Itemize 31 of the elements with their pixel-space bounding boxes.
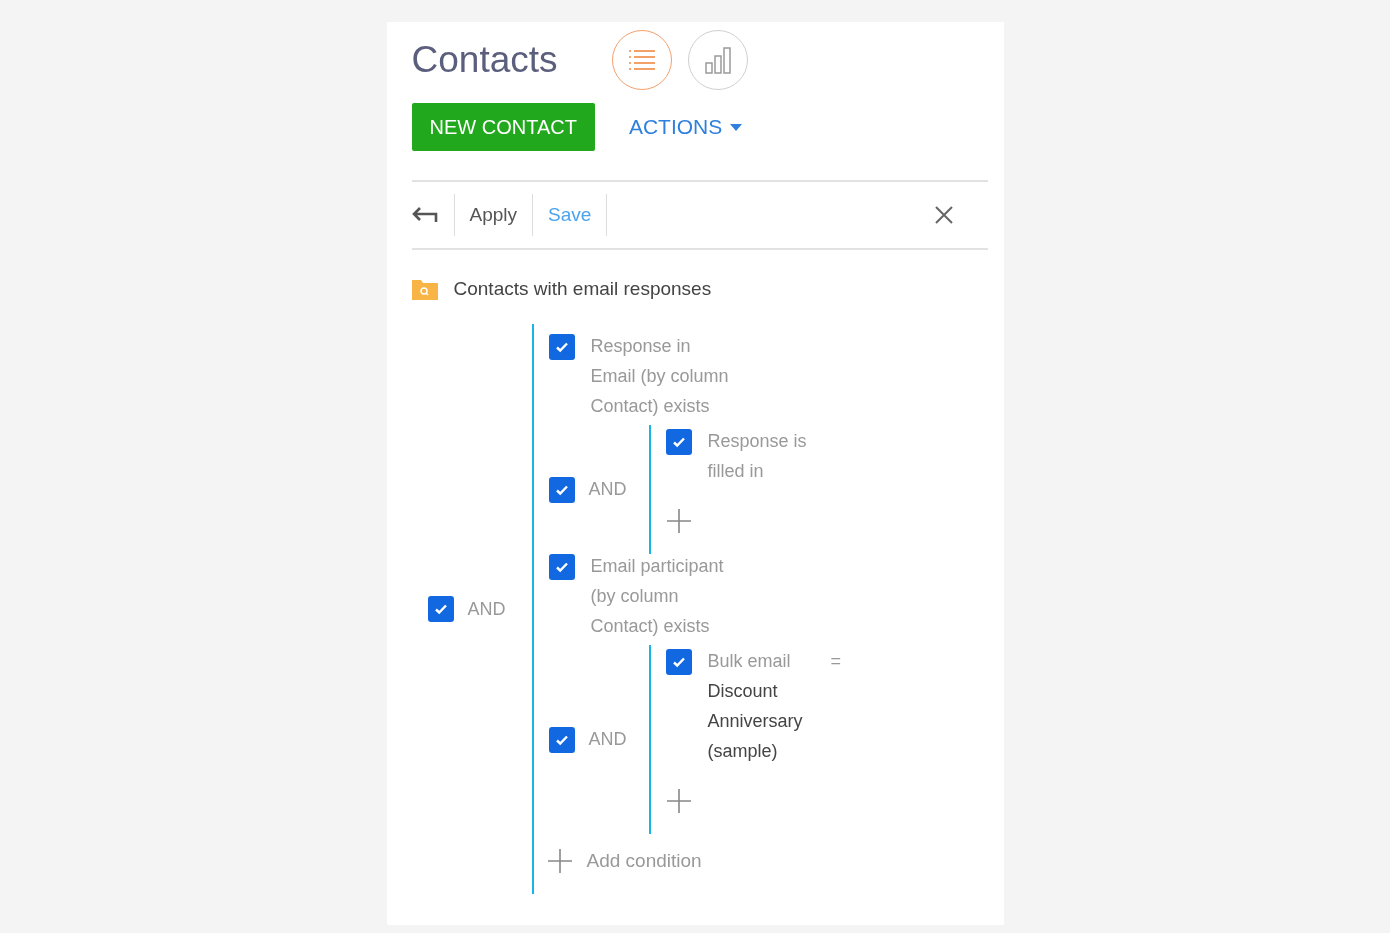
actions-menu[interactable]: ACTIONS	[628, 115, 743, 139]
folder-name: Contacts with email responses	[453, 278, 712, 300]
page-title: Contacts	[411, 39, 558, 81]
operator-label: AND	[467, 598, 506, 620]
operator-label: AND	[588, 729, 627, 750]
checkbox[interactable]	[427, 596, 454, 622]
checkbox[interactable]	[665, 649, 692, 675]
checkbox[interactable]	[548, 726, 575, 753]
close-button[interactable]	[933, 205, 954, 225]
back-arrow-icon	[411, 206, 438, 224]
caret-icon	[730, 123, 743, 131]
condition-text: Bulk email = Discount Anniversary (sample)	[707, 650, 843, 763]
add-condition-button[interactable]: Add condition	[546, 848, 848, 874]
save-button[interactable]: Save	[533, 204, 607, 226]
apply-button[interactable]: Apply	[454, 204, 533, 226]
bar-chart-icon	[703, 46, 732, 74]
condition-text: Response is filled in	[707, 430, 808, 483]
checkbox[interactable]	[665, 429, 692, 455]
plus-icon	[546, 848, 573, 874]
checkbox[interactable]	[548, 334, 575, 360]
checkbox[interactable]	[548, 554, 575, 580]
checkbox[interactable]	[548, 476, 575, 503]
plus-icon	[665, 508, 692, 534]
condition-text: Response in Email (by column Contact) exists	[590, 335, 730, 418]
close-icon	[933, 205, 954, 225]
operator-label: AND	[588, 479, 627, 500]
condition-text: Email participant (by column Contact) exists	[590, 555, 725, 638]
folder-icon	[411, 278, 438, 300]
list-icon	[627, 48, 656, 72]
plus-icon	[665, 788, 692, 814]
new-contact-button[interactable]: NEW CONTACT	[411, 103, 595, 151]
